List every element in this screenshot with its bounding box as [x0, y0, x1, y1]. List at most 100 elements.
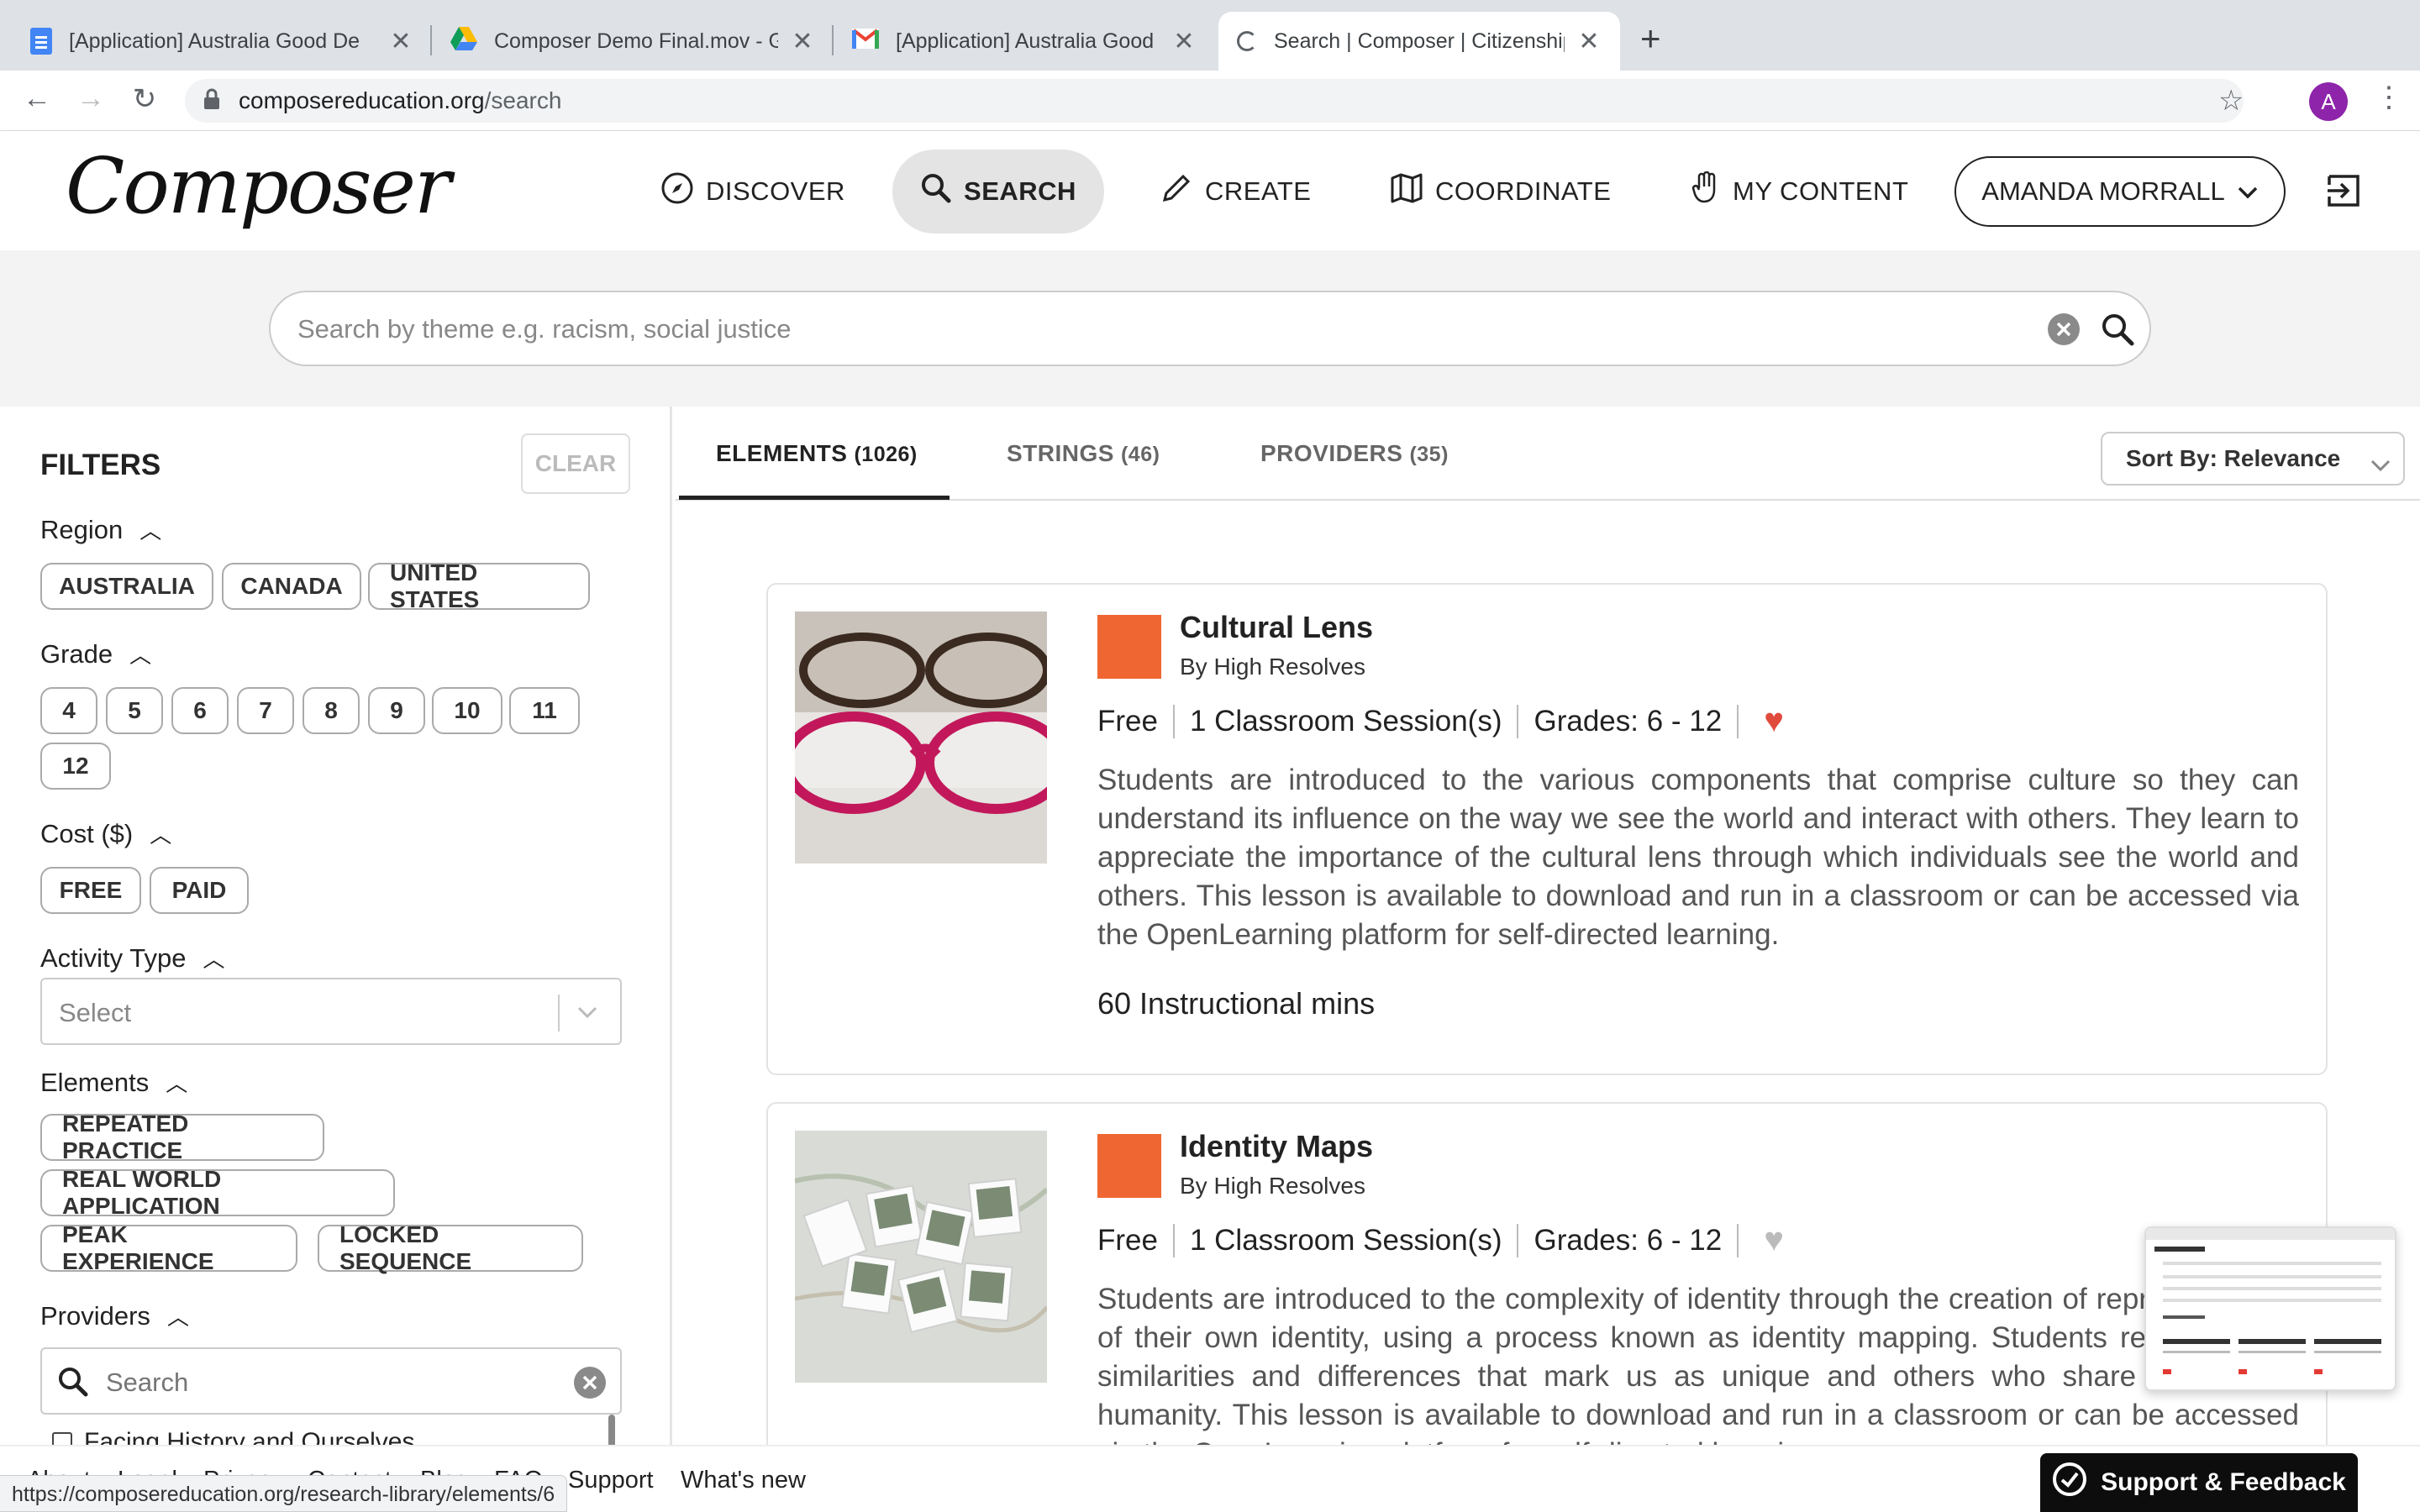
- logout-icon[interactable]: [2326, 173, 2361, 213]
- provider-checkbox-item[interactable]: Facing History and Ourselves: [52, 1428, 415, 1445]
- tab-strings[interactable]: STRINGS (46): [1007, 440, 1160, 467]
- grade-chip[interactable]: 12: [40, 743, 111, 790]
- reload-icon[interactable]: ↻: [126, 82, 163, 116]
- cost-chip-free[interactable]: FREE: [40, 867, 141, 914]
- search-icon: [920, 172, 952, 212]
- composer-logo[interactable]: Composer: [66, 141, 451, 231]
- heart-icon[interactable]: ♥: [1764, 1221, 1784, 1259]
- nav-label: DISCOVER: [706, 176, 845, 206]
- close-icon[interactable]: ✕: [388, 27, 413, 56]
- nav-label: SEARCH: [964, 176, 1076, 206]
- nav-discover[interactable]: DISCOVER: [630, 150, 876, 234]
- tab-title: [Application] Australia Good De: [69, 29, 360, 53]
- browser-tab[interactable]: [Application] Australia Good De ✕: [834, 12, 1215, 71]
- region-chip-australia[interactable]: AUSTRALIA: [40, 563, 213, 610]
- close-icon[interactable]: ✕: [1576, 27, 1602, 56]
- grade-chip[interactable]: 5: [106, 687, 163, 734]
- provider-color-square: [1097, 1134, 1161, 1198]
- grade-chip[interactable]: 6: [171, 687, 229, 734]
- checkbox[interactable]: [52, 1432, 72, 1445]
- support-label: Support & Feedback: [2101, 1468, 2346, 1496]
- chevron-up-icon: ︿: [129, 643, 152, 668]
- providers-filter-heading[interactable]: Providers ︿: [40, 1300, 189, 1331]
- card-title[interactable]: Cultural Lens: [1180, 610, 1373, 645]
- heart-icon[interactable]: ♥: [1764, 702, 1784, 740]
- chevron-up-icon: ︿: [150, 822, 172, 848]
- check-circle-icon: [2052, 1462, 2087, 1504]
- new-tab-icon[interactable]: +: [1640, 18, 1661, 59]
- support-feedback-button[interactable]: Support & Feedback: [2040, 1453, 2358, 1512]
- footer-link[interactable]: Support: [568, 1467, 654, 1494]
- cost-chip-paid[interactable]: PAID: [150, 867, 249, 914]
- grade-filter-heading[interactable]: Grade ︿: [40, 638, 151, 669]
- tab-title: Search | Composer | Citizenship: [1274, 29, 1565, 53]
- sort-dropdown[interactable]: Sort By: Relevance: [2101, 432, 2405, 486]
- providers-search-input[interactable]: [106, 1366, 543, 1399]
- region-filter-heading[interactable]: Region ︿: [40, 514, 161, 545]
- browser-toolbar: ← → ↻ composereducation.org/search ☆ A ⋮: [0, 71, 2420, 131]
- element-chip[interactable]: PEAK EXPERIENCE: [40, 1221, 297, 1274]
- url-domain: composereducation.org: [239, 87, 485, 113]
- nav-my-content[interactable]: MY CONTENT: [1660, 150, 1939, 234]
- search-submit-icon[interactable]: [2101, 312, 2134, 350]
- grade-chip[interactable]: 7: [237, 687, 294, 734]
- elements-filter-heading[interactable]: Elements ︿: [40, 1067, 187, 1098]
- tab-elements[interactable]: ELEMENTS (1026): [716, 440, 918, 467]
- region-chip-canada[interactable]: CANADA: [222, 563, 361, 610]
- browser-tab[interactable]: [Application] Australia Good De ✕: [12, 12, 432, 71]
- tab-title: [Application] Australia Good De: [896, 29, 1160, 53]
- tab-label: PROVIDERS: [1260, 440, 1403, 466]
- activity-type-select[interactable]: Select: [40, 978, 622, 1045]
- user-menu-button[interactable]: AMANDA MORRALL: [1954, 156, 2286, 227]
- card-sessions: 1 Classroom Session(s): [1189, 704, 1502, 738]
- search-input[interactable]: [297, 311, 1978, 348]
- nav-create[interactable]: CREATE: [1129, 150, 1341, 234]
- site-header: Composer DISCOVER SEARCH CREATE COORDINA…: [0, 131, 2420, 250]
- docs-icon: [30, 28, 52, 55]
- tab-title: Composer Demo Final.mov - G: [494, 29, 778, 53]
- filters-title: FILTERS: [40, 449, 161, 481]
- card-provider: By High Resolves: [1180, 1173, 1365, 1199]
- user-name: AMANDA MORRALL: [1981, 176, 2225, 206]
- grade-chip[interactable]: 4: [40, 687, 97, 734]
- tab-count: (46): [1120, 443, 1160, 466]
- close-icon[interactable]: ✕: [790, 27, 815, 56]
- card-cost: Free: [1097, 704, 1158, 738]
- compass-icon: [660, 171, 694, 213]
- clear-search-icon[interactable]: [2047, 312, 2081, 350]
- star-icon[interactable]: ☆: [2218, 84, 2244, 118]
- search-box: [269, 291, 2151, 366]
- close-icon[interactable]: ✕: [1171, 27, 1197, 56]
- element-chip[interactable]: REPEATED PRACTICE: [40, 1110, 324, 1163]
- menu-dots-icon[interactable]: ⋮: [2375, 81, 2403, 114]
- element-chip[interactable]: REAL WORLD APPLICATION: [40, 1166, 395, 1219]
- filter-label: Grade: [40, 639, 113, 669]
- grade-chip[interactable]: 8: [302, 687, 360, 734]
- back-icon[interactable]: ←: [18, 82, 55, 115]
- grade-chip[interactable]: 11: [509, 687, 580, 734]
- clear-filters-button[interactable]: CLEAR: [521, 433, 630, 494]
- card-thumbnail: [795, 612, 1047, 864]
- nav-search[interactable]: SEARCH: [892, 150, 1104, 234]
- scrollbar-thumb[interactable]: [608, 1415, 615, 1445]
- grade-chip[interactable]: 9: [368, 687, 425, 734]
- grade-chip[interactable]: 10: [432, 687, 502, 734]
- footer-link[interactable]: What's new: [681, 1467, 806, 1494]
- activity-filter-heading[interactable]: Activity Type ︿: [40, 942, 224, 974]
- browser-tab[interactable]: Composer Demo Final.mov - G ✕: [432, 12, 834, 71]
- card-thumbnail: [795, 1131, 1047, 1383]
- browser-tab-active[interactable]: Search | Composer | Citizenship ✕: [1218, 12, 1620, 71]
- nav-coordinate[interactable]: COORDINATE: [1360, 150, 1641, 234]
- result-card[interactable]: Cultural Lens By High Resolves Free 1 Cl…: [766, 583, 2328, 1075]
- sort-label: Sort By: Relevance: [2126, 445, 2341, 471]
- address-bar[interactable]: composereducation.org/search ☆: [185, 79, 2244, 123]
- tab-providers[interactable]: PROVIDERS (35): [1260, 440, 1449, 467]
- card-title[interactable]: Identity Maps: [1180, 1129, 1373, 1164]
- cost-filter-heading[interactable]: Cost ($) ︿: [40, 818, 171, 849]
- region-chip-united-states[interactable]: UNITED STATES: [368, 559, 590, 612]
- forward-icon[interactable]: →: [72, 82, 109, 115]
- profile-avatar[interactable]: A: [2309, 82, 2348, 121]
- screen-preview-thumbnail[interactable]: [2144, 1226, 2396, 1391]
- element-chip[interactable]: LOCKED SEQUENCE: [318, 1221, 583, 1274]
- clear-search-icon[interactable]: [573, 1366, 607, 1404]
